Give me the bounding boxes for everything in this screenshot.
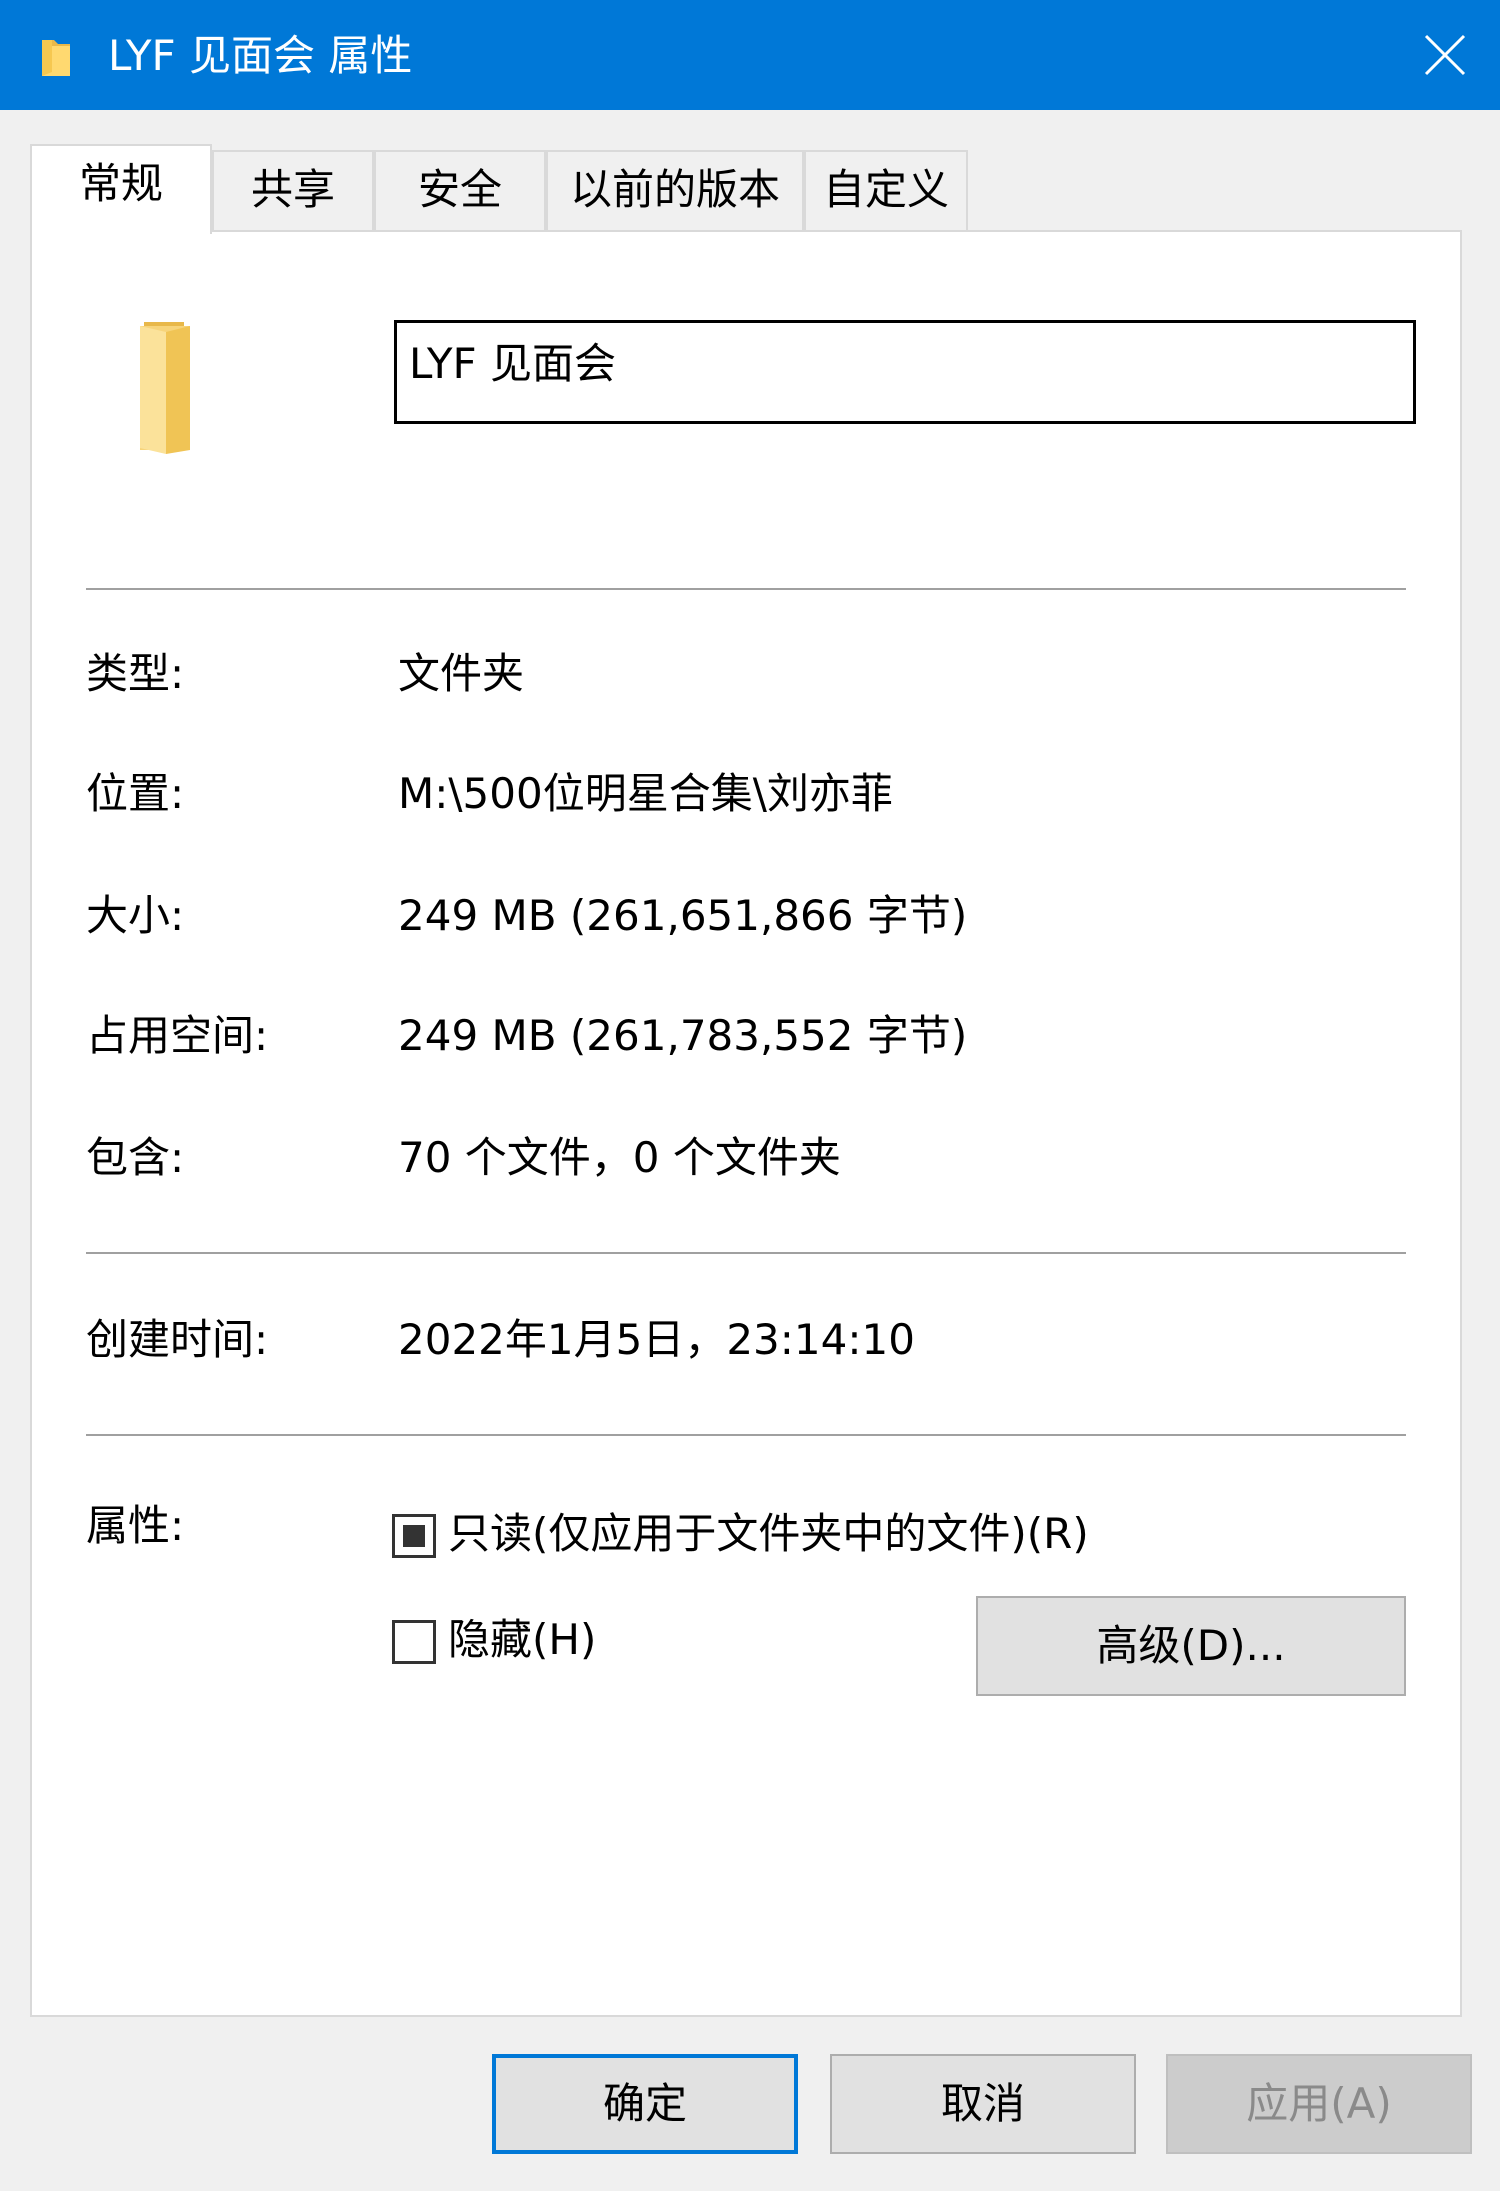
type-label: 类型: (86, 649, 185, 698)
hidden-label[interactable]: 隐藏(H) (448, 1612, 596, 1668)
divider (86, 588, 1406, 590)
created-value: 2022年1月5日，23:14:10 (398, 1315, 915, 1364)
cancel-button[interactable]: 取消 (830, 2054, 1136, 2154)
title-bar: LYF 见面会 属性 (0, 0, 1500, 110)
ok-button[interactable]: 确定 (492, 2054, 798, 2154)
type-value: 文件夹 (398, 649, 525, 698)
dialog-body: 常规 共享 安全 以前的版本 自定义 类型: 文件夹 位置: M:\500位明星… (0, 110, 1500, 2191)
close-button[interactable] (1390, 0, 1500, 110)
folder-icon (42, 40, 70, 76)
folder-icon (140, 322, 190, 454)
hidden-checkbox[interactable] (392, 1620, 436, 1664)
apply-button: 应用(A) (1166, 2054, 1472, 2154)
contains-value: 70 个文件，0 个文件夹 (398, 1133, 841, 1182)
readonly-checkbox[interactable] (392, 1514, 436, 1558)
general-tab-panel: 类型: 文件夹 位置: M:\500位明星合集\刘亦菲 大小: 249 MB (… (30, 230, 1462, 2017)
contains-label: 包含: (86, 1133, 185, 1182)
size-value: 249 MB (261,651,866 字节) (398, 891, 968, 940)
tab-customize[interactable]: 自定义 (804, 150, 968, 232)
size-label: 大小: (86, 891, 185, 940)
advanced-button[interactable]: 高级(D)... (976, 1596, 1406, 1696)
location-label: 位置: (86, 769, 185, 818)
tab-security[interactable]: 安全 (374, 150, 546, 232)
tab-previous-versions[interactable]: 以前的版本 (546, 150, 804, 232)
tab-sharing[interactable]: 共享 (212, 150, 374, 232)
folder-name-input[interactable] (394, 320, 1416, 424)
size-on-disk-label: 占用空间: (86, 1011, 269, 1060)
close-icon (1424, 34, 1466, 76)
readonly-label[interactable]: 只读(仅应用于文件夹中的文件)(R) (448, 1506, 1089, 1562)
indeterminate-mark (403, 1525, 425, 1547)
attributes-label: 属性: (86, 1501, 185, 1550)
divider (86, 1252, 1406, 1254)
divider (86, 1434, 1406, 1436)
created-label: 创建时间: (86, 1315, 269, 1364)
size-on-disk-value: 249 MB (261,783,552 字节) (398, 1011, 968, 1060)
tab-general[interactable]: 常规 (30, 144, 212, 234)
location-value: M:\500位明星合集\刘亦菲 (398, 769, 893, 818)
window-title: LYF 见面会 属性 (108, 31, 413, 80)
